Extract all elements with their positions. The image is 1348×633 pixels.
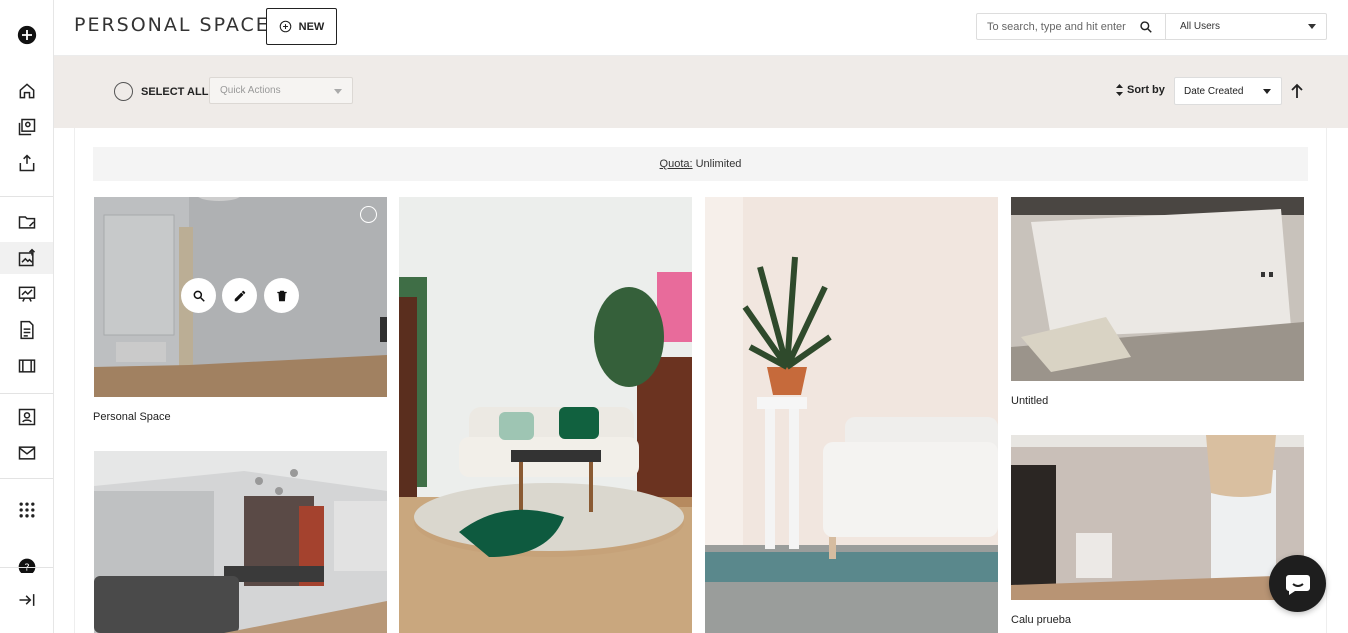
panel-layout-icon[interactable]: [0, 350, 53, 382]
space-card-thumbnail[interactable]: [705, 197, 998, 633]
home-icon[interactable]: [0, 75, 53, 107]
trash-icon: [276, 290, 287, 301]
sort-arrows-icon: [1116, 84, 1123, 96]
toolbar-band: SELECT ALL Quick Actions Sort by Date Cr…: [54, 56, 1348, 128]
upload-box-icon[interactable]: [0, 147, 53, 179]
top-bar: PERSONAL SPACES NEW All Users: [54, 0, 1348, 56]
sort-select-value: Date Created: [1184, 85, 1244, 97]
space-card-thumbnail[interactable]: [1011, 197, 1304, 381]
pencil-icon: [234, 290, 245, 301]
room-photo: [399, 197, 692, 633]
chevron-down-icon: [1263, 89, 1271, 94]
space-card-thumbnail[interactable]: [399, 197, 692, 633]
quota-label[interactable]: Quota:: [660, 158, 693, 170]
page-title: PERSONAL SPACES: [74, 14, 284, 36]
gallery-icon[interactable]: [0, 111, 53, 143]
space-card-thumbnail[interactable]: [1011, 435, 1304, 600]
chevron-down-icon: [1308, 24, 1316, 29]
room-photo: [1011, 435, 1304, 600]
search-box: [976, 13, 1166, 40]
chat-launcher-button[interactable]: [1269, 555, 1326, 612]
room-photo: [94, 451, 387, 633]
quota-bar: Quota: Unlimited: [93, 147, 1308, 181]
select-all-checkbox[interactable]: [114, 82, 133, 101]
search-input[interactable]: [977, 20, 1135, 33]
card-title[interactable]: Calu prueba: [1011, 614, 1071, 626]
add-circle-outline-icon: [279, 20, 291, 33]
users-filter-select[interactable]: All Users: [1165, 13, 1327, 40]
delete-button[interactable]: [264, 278, 299, 313]
mail-icon[interactable]: [0, 437, 53, 469]
apps-grid-icon[interactable]: [0, 494, 53, 526]
new-button[interactable]: NEW: [266, 8, 337, 45]
card-select-checkbox[interactable]: [360, 206, 377, 223]
chat-bubble-icon: [1285, 574, 1310, 595]
search-icon: [193, 290, 205, 302]
new-button-label: NEW: [298, 20, 325, 33]
add-circle-icon[interactable]: [0, 19, 53, 51]
chart-board-icon[interactable]: [0, 278, 53, 310]
edit-button[interactable]: [222, 278, 257, 313]
card-title[interactable]: Personal Space: [93, 411, 171, 423]
contact-card-icon[interactable]: [0, 401, 53, 433]
help-icon[interactable]: ?: [0, 553, 53, 573]
sort-select[interactable]: Date Created: [1174, 77, 1282, 105]
left-rail: ?: [0, 0, 54, 633]
view-button[interactable]: [181, 278, 216, 313]
quick-actions-select[interactable]: Quick Actions: [209, 77, 353, 104]
quick-actions-label: Quick Actions: [220, 85, 281, 96]
image-upload-icon[interactable]: [0, 242, 53, 274]
space-card-thumbnail[interactable]: [94, 451, 387, 633]
room-photo: [1011, 197, 1304, 381]
search-icon[interactable]: [1139, 20, 1153, 34]
sort-direction-arrow-icon[interactable]: [1290, 83, 1304, 99]
folder-edit-icon[interactable]: [0, 206, 53, 238]
space-card-thumbnail[interactable]: [94, 197, 387, 397]
document-icon[interactable]: [0, 314, 53, 346]
quota-value: Unlimited: [695, 158, 742, 170]
chevron-down-icon: [334, 89, 342, 94]
select-all-control[interactable]: SELECT ALL: [114, 82, 208, 101]
sort-by-label: Sort by: [1116, 84, 1165, 96]
select-all-label: SELECT ALL: [141, 85, 209, 98]
users-filter-value: All Users: [1180, 21, 1221, 32]
room-photo: [705, 197, 998, 633]
sort-by-text: Sort by: [1127, 84, 1165, 96]
card-title[interactable]: Untitled: [1011, 395, 1048, 407]
collapse-sidebar-icon[interactable]: [0, 584, 53, 616]
